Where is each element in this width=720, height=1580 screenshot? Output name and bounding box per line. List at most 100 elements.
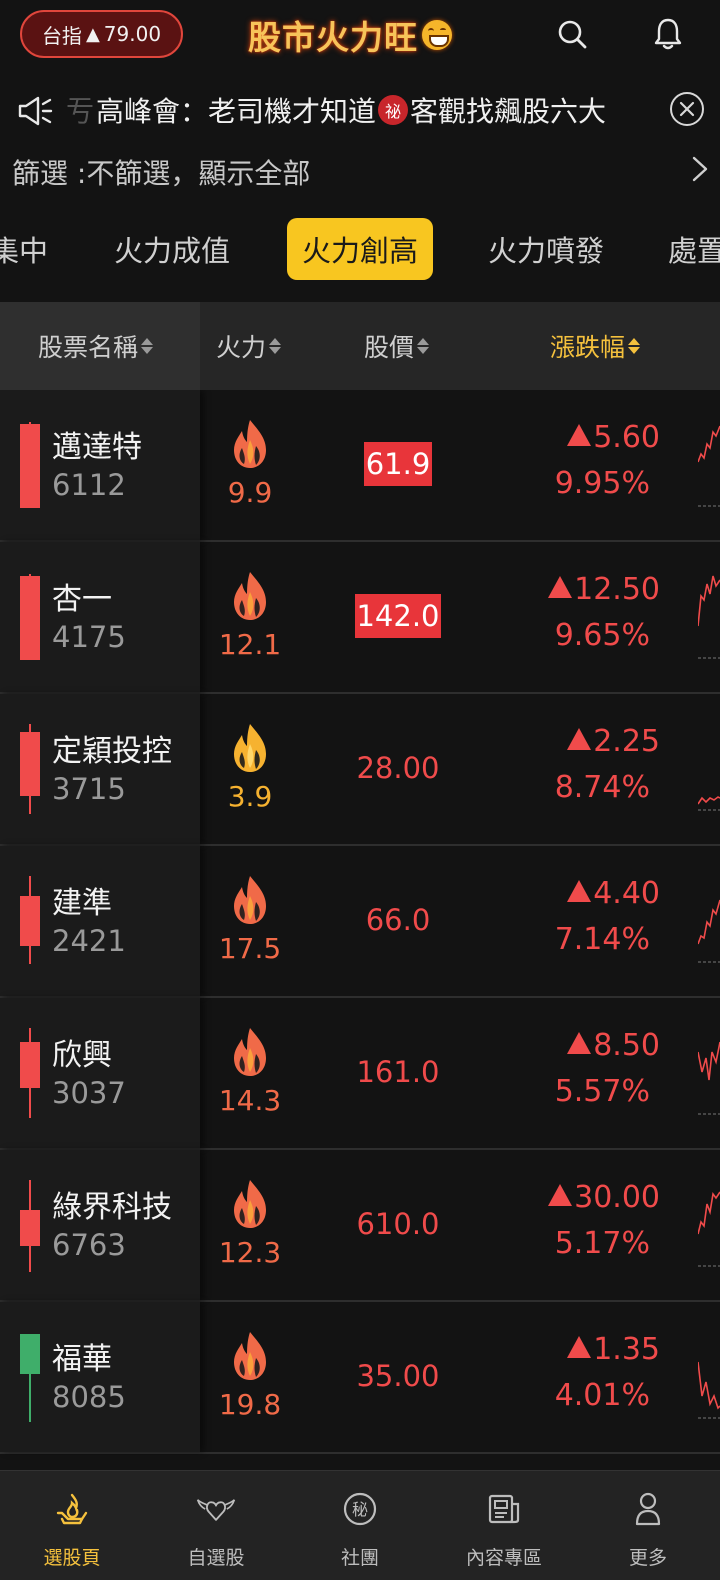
price-change-value: 12.50 xyxy=(574,572,660,607)
winged-heart-icon xyxy=(196,1499,236,1521)
change-percent: 5.17% xyxy=(554,1226,650,1261)
sparkline-chart xyxy=(698,899,720,963)
price-change: 5.60 xyxy=(520,420,660,455)
price-change-value: 1.35 xyxy=(593,1332,660,1367)
announcement-text-after: 客觀找飆股六大 xyxy=(410,95,607,128)
fire-value: 19.8 xyxy=(218,1388,282,1421)
person-icon xyxy=(635,1492,661,1526)
announcement-lead-fragment: 亐 xyxy=(66,95,95,128)
sort-icon xyxy=(417,338,430,354)
price-change-value: 2.25 xyxy=(593,724,660,759)
tab-fire-burst[interactable]: 火力噴發 xyxy=(474,218,618,280)
stock-code: 8085 xyxy=(52,1380,126,1414)
nav-community[interactable]: 秘 社團 xyxy=(288,1471,432,1580)
index-change: 79.00 xyxy=(103,22,162,46)
notification-button[interactable] xyxy=(648,14,688,54)
fire-value: 12.3 xyxy=(218,1236,282,1269)
candlestick-icon xyxy=(20,876,40,966)
change-percent: 7.14% xyxy=(554,922,650,957)
stock-code: 2421 xyxy=(52,924,126,958)
stock-name: 福華 xyxy=(52,1342,112,1377)
price-change: 30.00 xyxy=(520,1180,660,1215)
table-row[interactable]: 欣興 3037 14.3 161.0 8.50 5.57% xyxy=(0,998,720,1150)
tab-fire-new-high[interactable]: 火力創高 xyxy=(287,218,433,280)
announcement-text[interactable]: 亐 高峰會：老司機才知道 祕 客觀找飆股六大 xyxy=(66,82,656,138)
candlestick-icon xyxy=(20,420,40,510)
column-header-stock-name[interactable]: 股票名稱 xyxy=(38,302,154,390)
column-label: 漲跌幅 xyxy=(550,333,626,362)
up-triangle-icon xyxy=(567,424,592,446)
sort-icon xyxy=(141,338,154,354)
fire-icon xyxy=(234,420,266,468)
price-change: 12.50 xyxy=(520,572,660,607)
candlestick-icon xyxy=(20,1028,40,1118)
announcement-bar[interactable]: 亐 高峰會：老司機才知道 祕 客觀找飆股六大 xyxy=(0,82,720,138)
chevron-right-icon xyxy=(692,156,708,182)
nav-more[interactable]: 更多 xyxy=(576,1471,720,1580)
newspaper-icon xyxy=(488,1494,520,1524)
fire-value: 14.3 xyxy=(218,1084,282,1117)
stock-price: 61.9 xyxy=(364,442,432,486)
nav-label: 內容專區 xyxy=(465,1547,542,1569)
stock-list: 邁達特 6112 9.9 61.9 5.60 9.95% 杏一 4175 12.… xyxy=(0,390,720,1470)
top-header: 台指 ▲ 79.00 股市火力旺 xyxy=(0,0,720,70)
price-change-value: 30.00 xyxy=(574,1180,660,1215)
megaphone-icon xyxy=(18,96,53,126)
tab-concentration[interactable]: 集中 xyxy=(0,218,54,280)
stock-code: 3037 xyxy=(52,1076,126,1110)
nav-content[interactable]: 內容專區 xyxy=(432,1471,576,1580)
table-row[interactable]: 杏一 4175 12.1 142.0 12.50 9.65% xyxy=(0,542,720,694)
filter-row[interactable]: 篩選 :不篩選，顯示全部 xyxy=(0,144,720,194)
table-header: 股票名稱 火力 股價 漲跌幅 xyxy=(0,302,720,390)
sparkline-chart xyxy=(698,1191,720,1267)
column-header-price[interactable]: 股價 xyxy=(364,302,430,390)
stock-price: 28.00 xyxy=(356,751,440,785)
candlestick-icon xyxy=(20,1332,40,1422)
candlestick-icon xyxy=(20,724,40,814)
tab-disposition[interactable]: 處置 xyxy=(668,218,720,280)
nav-watchlist[interactable]: 自選股 xyxy=(144,1471,288,1580)
table-row[interactable]: 建準 2421 17.5 66.0 4.40 7.14% xyxy=(0,846,720,998)
search-button[interactable] xyxy=(552,14,592,54)
smile-emoji-icon xyxy=(422,20,452,50)
index-up-arrow: ▲ xyxy=(85,23,100,45)
column-label: 火力 xyxy=(216,333,267,362)
change-percent: 8.74% xyxy=(554,770,650,805)
price-change: 1.35 xyxy=(520,1332,660,1367)
fire-value: 12.1 xyxy=(218,628,282,661)
fire-value: 9.9 xyxy=(227,476,273,509)
tab-fire-turnover[interactable]: 火力成值 xyxy=(100,218,244,280)
column-header-change-pct[interactable]: 漲跌幅 xyxy=(550,302,641,390)
stock-name: 定穎投控 xyxy=(52,734,172,769)
column-label: 股價 xyxy=(364,333,415,362)
sparkline-chart xyxy=(698,1041,720,1115)
stock-price: 610.0 xyxy=(356,1207,440,1241)
sparkline-chart xyxy=(698,575,720,659)
stock-code: 6112 xyxy=(52,468,126,502)
price-change: 8.50 xyxy=(520,1028,660,1063)
table-row[interactable]: 邁達特 6112 9.9 61.9 5.60 9.95% xyxy=(0,390,720,542)
up-triangle-icon xyxy=(548,576,573,598)
search-icon xyxy=(558,20,587,49)
change-percent: 9.65% xyxy=(554,618,650,653)
stock-name: 綠界科技 xyxy=(52,1190,172,1225)
announcement-close-button[interactable] xyxy=(670,92,704,126)
price-change-value: 8.50 xyxy=(593,1028,660,1063)
nav-stock-picker[interactable]: 選股頁 xyxy=(0,1471,144,1580)
change-percent: 4.01% xyxy=(554,1378,650,1413)
up-triangle-icon xyxy=(567,1032,592,1054)
stock-price: 161.0 xyxy=(356,1055,440,1089)
column-header-fire[interactable]: 火力 xyxy=(216,302,282,390)
bell-icon xyxy=(654,18,682,50)
candlestick-icon xyxy=(20,572,40,662)
table-row[interactable]: 定穎投控 3715 3.9 28.00 2.25 8.74% xyxy=(0,694,720,846)
stock-code: 4175 xyxy=(52,620,126,654)
taiex-index-pill[interactable]: 台指 ▲ 79.00 xyxy=(20,10,183,58)
change-percent: 9.95% xyxy=(554,466,650,501)
table-row[interactable]: 福華 8085 19.8 35.00 1.35 4.01% xyxy=(0,1302,720,1454)
table-row[interactable]: 綠界科技 6763 12.3 610.0 30.00 5.17% xyxy=(0,1150,720,1302)
fire-icon xyxy=(234,1180,266,1228)
up-triangle-icon xyxy=(567,1336,592,1358)
secret-circle-icon: 秘 xyxy=(343,1492,377,1526)
fire-value: 3.9 xyxy=(227,780,273,813)
